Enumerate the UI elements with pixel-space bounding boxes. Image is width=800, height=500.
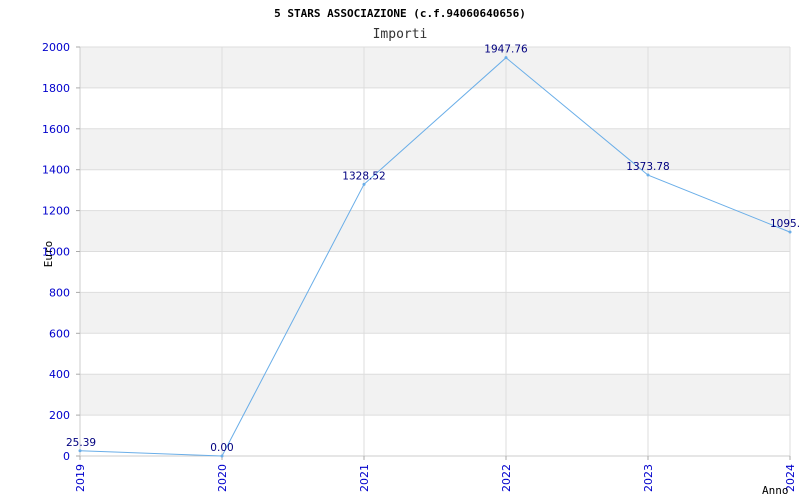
- y-tick-label: 1200: [42, 205, 70, 218]
- plot-band: [80, 169, 790, 211]
- plot-band: [80, 333, 790, 375]
- plot-band: [80, 87, 790, 129]
- chart-container: 0 200 400 600 800 1000 1200 1400 1600 1800 2000 20…: [0, 0, 800, 500]
- data-label: 1328.52: [342, 170, 385, 182]
- data-label: 0.00: [210, 442, 233, 454]
- x-axis-label: Anno: [762, 484, 789, 497]
- plot-band: [80, 128, 790, 170]
- x-tick-label: 2020: [216, 464, 229, 492]
- y-tick-label: 0: [63, 450, 70, 463]
- data-label: 25.39: [66, 437, 96, 449]
- y-tick-label: 2000: [42, 41, 70, 54]
- y-tick-label: 400: [49, 368, 70, 381]
- y-tick-label: 1800: [42, 82, 70, 95]
- plot-band: [80, 292, 790, 334]
- y-tick-label: 800: [49, 286, 70, 299]
- plot-band: [80, 210, 790, 252]
- y-axis-label: Euro: [42, 241, 55, 268]
- y-tick-label: 200: [49, 409, 70, 422]
- y-tick-label: 1600: [42, 123, 70, 136]
- line-chart: 0200400600800100012001400160018002000 20…: [42, 7, 800, 497]
- data-label: 1947.76: [484, 44, 528, 56]
- data-point: [788, 230, 792, 234]
- data-point: [646, 173, 650, 177]
- y-tick-label: 1400: [42, 164, 70, 177]
- data-label: 1095.1: [770, 218, 800, 230]
- data-point: [220, 454, 224, 458]
- data-label: 1373.78: [626, 161, 669, 173]
- plot-band: [80, 415, 790, 456]
- chart-subtitle: Importi: [373, 27, 428, 42]
- x-tick-label: 2023: [642, 464, 655, 492]
- y-tick-label: 600: [49, 327, 70, 340]
- chart-title: 5 STARS ASSOCIAZIONE (c.f.94060640656): [274, 7, 526, 20]
- data-point: [504, 56, 508, 60]
- x-axis-ticks: 2019 2020 2021 2022 2023 2024: [74, 456, 797, 492]
- data-point: [362, 182, 366, 186]
- data-point: [78, 449, 82, 453]
- plot-band: [80, 47, 790, 88]
- x-tick-label: 2021: [358, 464, 371, 492]
- plot-band: [80, 374, 790, 416]
- x-tick-label: 2022: [500, 464, 513, 492]
- x-tick-label: 2019: [74, 464, 87, 492]
- plot-band: [80, 251, 790, 293]
